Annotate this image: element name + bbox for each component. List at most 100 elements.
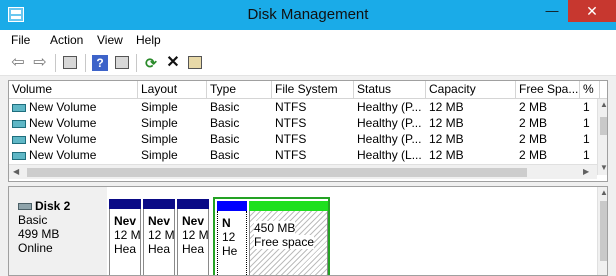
partition-body: Nev 12 M Hea: [143, 209, 175, 275]
type-cell: Basic: [210, 132, 240, 146]
partition-color-bar: [177, 199, 209, 209]
volume-icon: [12, 152, 26, 160]
volume-list: Volume Layout Type File System Status Ca…: [8, 80, 608, 182]
partition-status: Hea: [114, 242, 137, 256]
partition-block-selected[interactable]: N 12 He: [217, 201, 247, 275]
column-file-system[interactable]: File System: [272, 81, 354, 99]
close-button[interactable]: ✕: [568, 0, 616, 22]
disk-name: Disk 2: [18, 199, 107, 213]
partition-size: 12 M: [148, 228, 175, 242]
partition-size: 12 M: [114, 228, 141, 242]
file-system-cell: NTFS: [275, 100, 307, 114]
table-row[interactable]: New Volume Simple Basic NTFS Healthy (P.…: [9, 115, 597, 131]
free-space-cell: 2 MB: [519, 116, 548, 130]
type-cell: Basic: [210, 116, 240, 130]
scroll-down-icon[interactable]: ▼: [600, 163, 607, 172]
partition-color-bar: [109, 199, 141, 209]
refresh-icon[interactable]: ⟳: [141, 53, 161, 73]
partition-name: Nev: [114, 214, 137, 228]
help-icon[interactable]: ?: [90, 53, 110, 73]
free-space-block[interactable]: 450 MB Free space: [249, 201, 328, 275]
type-cell: Basic: [210, 148, 240, 162]
toolbar-separator: [136, 54, 137, 72]
scroll-thumb[interactable]: [600, 201, 607, 261]
table-row[interactable]: New Volume Simple Basic NTFS Healthy (L.…: [9, 147, 597, 163]
disk-type: Basic: [18, 213, 48, 227]
menu-action[interactable]: Action: [50, 33, 83, 47]
partition-size: 12: [222, 230, 236, 244]
volume-icon: [12, 120, 26, 128]
capacity-cell: 12 MB: [429, 116, 464, 130]
free-space-cell: 2 MB: [519, 100, 548, 114]
file-system-cell: NTFS: [275, 132, 307, 146]
capacity-cell: 12 MB: [429, 100, 464, 114]
column-layout[interactable]: Layout: [138, 81, 207, 99]
partition-color-bar: [217, 201, 247, 211]
menu-view[interactable]: View: [97, 33, 123, 47]
minimize-button[interactable]: —: [538, 0, 566, 22]
partition-body: Nev 12 M Hea: [109, 209, 141, 275]
toolbar-separator: [55, 54, 56, 72]
back-icon[interactable]: ⇦: [8, 53, 28, 73]
disk-icon: [18, 203, 32, 210]
column-free-space[interactable]: Free Spa...: [516, 81, 580, 99]
column-percent-free[interactable]: %: [580, 81, 600, 99]
scroll-right-icon[interactable]: ▶: [583, 167, 589, 176]
scroll-up-icon[interactable]: ▲: [600, 100, 607, 109]
partition-block[interactable]: Nev 12 M Hea: [143, 199, 175, 275]
disk-state: Online: [18, 241, 53, 255]
column-status[interactable]: Status: [354, 81, 426, 99]
volume-horizontal-scrollbar[interactable]: ◀ ▶: [9, 164, 597, 179]
volume-list-header: Volume Layout Type File System Status Ca…: [9, 81, 607, 99]
volume-cell: New Volume: [9, 115, 138, 131]
percent-free-cell: 1: [583, 116, 590, 130]
partition-name: Nev: [182, 214, 205, 228]
capacity-cell: 12 MB: [429, 148, 464, 162]
partition-body: N 12 He: [217, 211, 247, 275]
column-volume[interactable]: Volume: [9, 81, 138, 99]
partition-status: He: [222, 244, 238, 258]
partition-block[interactable]: Nev 12 M Hea: [177, 199, 209, 275]
menu-file[interactable]: File: [11, 33, 30, 47]
disk-graphical-view: Disk 2 Basic 499 MB Online Nev 12 M Hea …: [8, 186, 608, 276]
partition-body: Nev 12 M Hea: [177, 209, 209, 275]
disk-size: 499 MB: [18, 227, 60, 241]
window-title: Disk Management: [247, 6, 369, 23]
toolbar: ⇦ ⇨ ? ⟳ ✕: [0, 50, 616, 76]
free-space-cell: 2 MB: [519, 132, 548, 146]
volume-cell: New Volume: [9, 147, 138, 163]
partition-status: Hea: [148, 242, 171, 256]
forward-icon[interactable]: ⇨: [30, 53, 50, 73]
scroll-thumb[interactable]: [600, 117, 607, 135]
table-row[interactable]: New Volume Simple Basic NTFS Healthy (P.…: [9, 99, 597, 115]
free-space-label: Free space: [254, 235, 315, 249]
layout-cell: Simple: [141, 132, 178, 146]
console-tree-icon[interactable]: [60, 53, 80, 73]
partition-color-bar: [143, 199, 175, 209]
disk-vertical-scrollbar[interactable]: ▲: [597, 187, 607, 275]
partition-status: Hea: [182, 242, 205, 256]
volume-vertical-scrollbar[interactable]: ▲ ▼: [597, 99, 607, 175]
partition-block[interactable]: Nev 12 M Hea: [109, 199, 141, 275]
volume-cell: New Volume: [9, 99, 138, 115]
scroll-thumb[interactable]: [27, 168, 527, 177]
partition-name: N: [222, 216, 231, 230]
table-row[interactable]: New Volume Simple Basic NTFS Healthy (P.…: [9, 131, 597, 147]
percent-free-cell: 1: [583, 132, 590, 146]
column-capacity[interactable]: Capacity: [426, 81, 516, 99]
delete-icon[interactable]: ✕: [163, 53, 183, 73]
file-system-cell: NTFS: [275, 148, 307, 162]
free-space-size: 450 MB: [254, 221, 296, 235]
partition-size: 12 M: [182, 228, 209, 242]
scroll-up-icon[interactable]: ▲: [600, 188, 607, 197]
menu-help[interactable]: Help: [136, 33, 161, 47]
column-type[interactable]: Type: [207, 81, 272, 99]
menu-bar: File Action View Help: [0, 30, 616, 50]
scroll-left-icon[interactable]: ◀: [13, 167, 19, 176]
layout-cell: Simple: [141, 116, 178, 130]
action-pane-icon[interactable]: [112, 53, 132, 73]
properties-icon[interactable]: [185, 53, 205, 73]
free-space-body: 450 MB Free space: [249, 211, 328, 275]
partition-selection-outline: N 12 He 450 MB Free space: [213, 197, 330, 275]
disk-label[interactable]: Disk 2 Basic 499 MB Online: [9, 187, 107, 275]
